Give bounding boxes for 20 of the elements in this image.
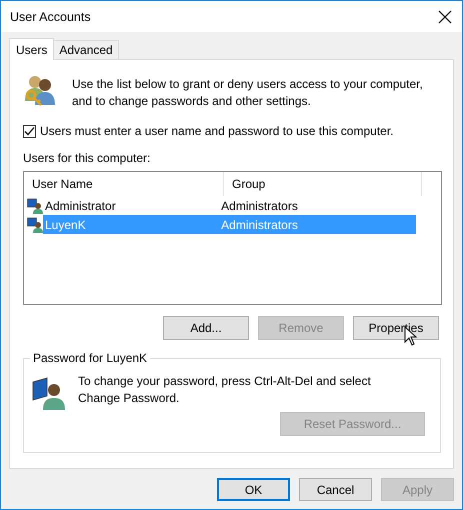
list-row[interactable]: Administrator Administrators [43,196,416,215]
action-button[interactable]: Add... [163,316,249,340]
section-label: Users for this computer: [23,151,152,165]
users-key-icon [23,73,57,107]
password-help-text: To change your password, press Ctrl-Alt-Del and select Change Password. [78,373,372,407]
window-title: User Accounts [10,10,91,24]
dialog-button[interactable]: OK [217,478,290,501]
column-header[interactable]: Group [224,172,422,196]
instruction-text: Use the list below to grant or deny users access to your computer, and to change passwords and other settings. [72,76,424,110]
tab[interactable]: Advanced [53,40,119,59]
column-header[interactable]: User Name [24,172,224,196]
user-computer-icon [31,376,65,410]
dialog-button[interactable]: Cancel [299,478,372,501]
user-computer-icon [27,198,43,214]
checkbox[interactable] [23,124,36,138]
user-computer-icon [27,216,43,232]
tab[interactable]: Users [9,38,54,60]
checkbox-label: Users must enter a user name and password to use this computer. [40,124,394,138]
group-title: Password for LuyenK [30,351,150,365]
close-icon[interactable] [438,10,452,24]
